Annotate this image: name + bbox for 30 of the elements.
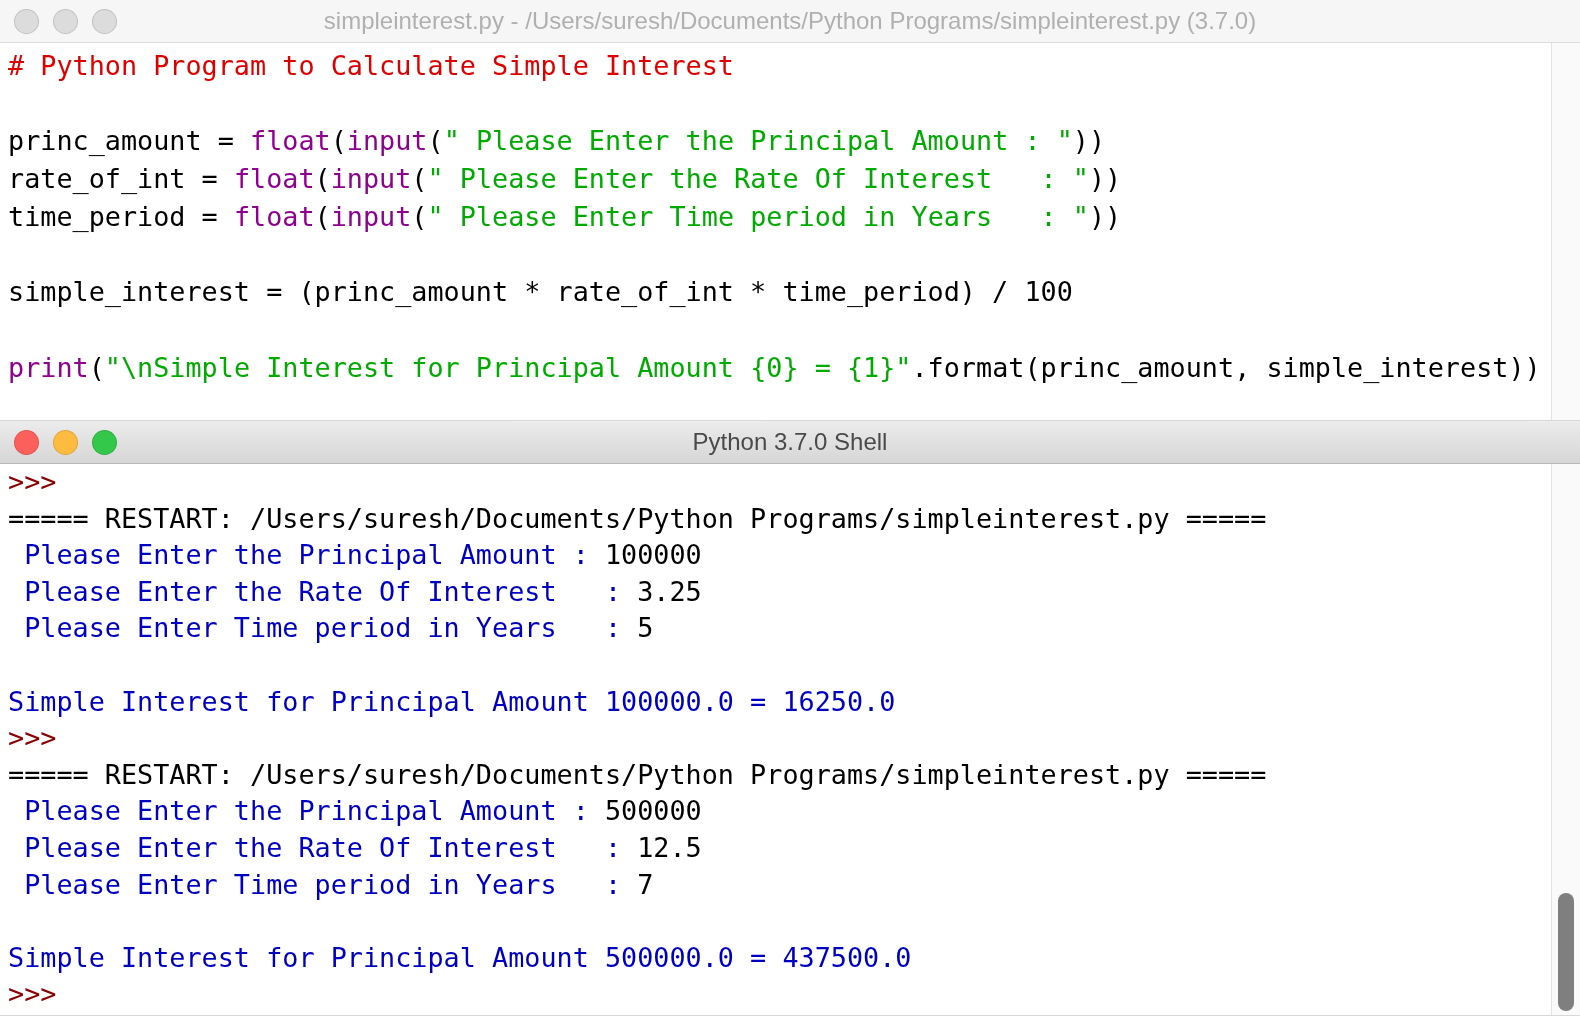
shell-prompt: >>> xyxy=(8,465,57,499)
input-line: Please Enter the Principal Amount : 100000 xyxy=(23,538,702,573)
code-line: rate_of_int = float(input(" Please Enter the Rate Of Interest : ")) xyxy=(8,162,1122,197)
scrollbar-track[interactable] xyxy=(1551,464,1580,1015)
scrollbar-track[interactable] xyxy=(1551,43,1580,420)
input-line: Please Enter Time period in Years : 7 xyxy=(23,867,654,902)
restart-line: ===== RESTART: /Users/suresh/Documents/Python Programs/simpleinterest.py ===== xyxy=(8,501,1267,536)
shell-prompt: >>> xyxy=(8,977,57,1012)
scrollbar-thumb[interactable] xyxy=(1558,893,1574,1011)
code-line: simple_interest = (princ_amount * rate_of_int * time_period) / 100 xyxy=(8,275,1073,310)
output-line: Simple Interest for Principal Amount 100000.0 = 16250.0 xyxy=(8,684,896,719)
restart-line: ===== RESTART: /Users/suresh/Documents/Python Programs/simpleinterest.py ===== xyxy=(8,757,1267,792)
output-line: Simple Interest for Principal Amount 500000.0 = 437500.0 xyxy=(8,940,912,975)
zoom-button[interactable] xyxy=(92,429,117,455)
close-button[interactable] xyxy=(14,8,39,34)
code-line: time_period = float(input(" Please Enter Time period in Years : ")) xyxy=(8,199,1122,234)
window-title: simpleinterest.py - /Users/suresh/Documents/Python Programs/simpleinterest.py (3.7.0) xyxy=(322,7,1258,35)
window-title: Python 3.7.0 Shell xyxy=(691,428,889,456)
code-line: # Python Program to Calculate Simple Interest xyxy=(8,49,734,83)
shell-prompt: >>> xyxy=(8,721,57,756)
minimize-button[interactable] xyxy=(53,429,78,455)
code-line: print("\nSimple Interest for Principal Amount {0} = {1}".format(princ_amount, simple_interest)) xyxy=(8,350,1541,385)
zoom-button[interactable] xyxy=(92,8,117,34)
input-line: Please Enter the Rate Of Interest : 3.25 xyxy=(23,574,702,609)
close-button[interactable] xyxy=(14,429,39,455)
code-line: princ_amount = float(input(" Please Enter the Principal Amount : ")) xyxy=(8,124,1106,159)
minimize-button[interactable] xyxy=(53,8,78,34)
input-line: Please Enter Time period in Years : 5 xyxy=(23,611,654,646)
input-line: Please Enter the Principal Amount : 500000 xyxy=(23,794,702,829)
input-line: Please Enter the Rate Of Interest : 12.5 xyxy=(23,830,702,865)
